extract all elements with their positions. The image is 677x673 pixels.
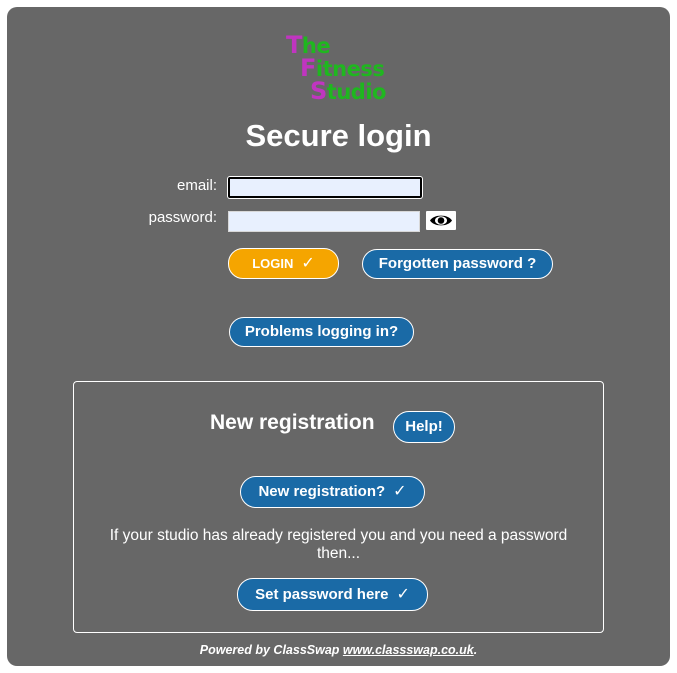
forgot-password-button[interactable]: Forgotten password ? <box>362 249 553 279</box>
footer: Powered by ClassSwap www.classswap.co.uk… <box>199 643 478 657</box>
email-field[interactable] <box>228 177 422 198</box>
page-title: Secure login <box>245 118 432 153</box>
new-registration-button[interactable]: New registration? ✓ <box>240 476 425 508</box>
help-button[interactable]: Help! <box>393 411 455 443</box>
set-password-button[interactable]: Set password here ✓ <box>237 578 428 611</box>
check-icon: ✓ <box>393 483 407 500</box>
eye-icon <box>430 215 452 226</box>
check-icon: ✓ <box>396 586 410 603</box>
password-field[interactable] <box>228 211 420 232</box>
registration-title: New registration <box>210 411 375 434</box>
email-label: email: <box>176 177 217 194</box>
login-button[interactable]: LOGIN ✓ <box>228 248 339 279</box>
check-icon: ✓ <box>301 255 315 272</box>
password-label: password: <box>148 209 217 226</box>
show-password-button[interactable] <box>426 211 456 230</box>
studio-logo: The Fitness Studio <box>286 31 386 105</box>
classswap-link[interactable]: www.classswap.co.uk <box>343 643 474 657</box>
problems-logging-in-button[interactable]: Problems logging in? <box>229 317 414 347</box>
registration-info-text: If your studio has already registered yo… <box>109 527 568 562</box>
